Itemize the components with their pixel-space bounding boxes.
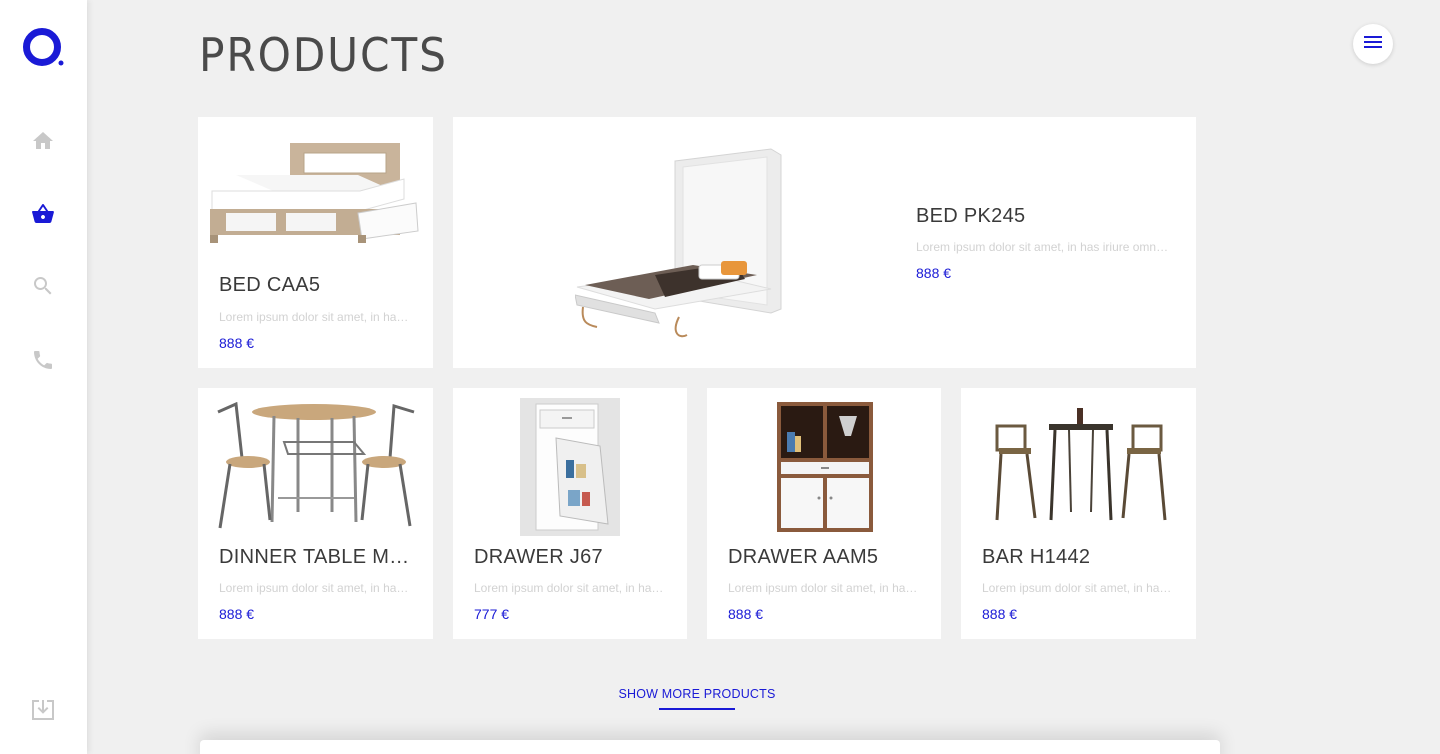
product-price: 888 €	[219, 335, 255, 351]
search-icon	[31, 274, 55, 303]
drawer-image	[520, 398, 620, 536]
phone-icon	[31, 348, 55, 377]
product-name: BED PK245	[916, 205, 1026, 227]
logo[interactable]	[21, 27, 67, 69]
product-description: Lorem ipsum dolor sit amet, in has iriur…	[219, 581, 412, 595]
product-description: Lorem ipsum dolor sit amet, in has iriur…	[474, 581, 667, 595]
bed-image	[208, 139, 420, 244]
home-icon	[31, 129, 55, 158]
hamburger-menu-icon	[1363, 34, 1383, 55]
show-more-products-link[interactable]: SHOW MORE PRODUCTS	[597, 687, 797, 701]
product-card[interactable]: BED CAA5 Lorem ipsum dolor sit amet, in …	[198, 117, 433, 368]
sidebar-item-products[interactable]	[28, 201, 58, 231]
sidebar	[0, 0, 87, 754]
basket-icon	[31, 202, 55, 231]
product-price: 888 €	[982, 606, 1018, 622]
footer-panel-edge	[200, 740, 1220, 754]
menu-button[interactable]	[1353, 24, 1393, 64]
product-card[interactable]: BAR H1442 Lorem ipsum dolor sit amet, in…	[961, 388, 1196, 639]
sidebar-item-search[interactable]	[28, 273, 58, 303]
sidebar-item-contact[interactable]	[28, 347, 58, 377]
product-card[interactable]: DRAWER AAM5 Lorem ipsum dolor sit amet, …	[707, 388, 941, 639]
product-name: DRAWER AAM5	[728, 546, 879, 568]
product-card[interactable]: DINNER TABLE MALAGA Lorem ipsum dolor si…	[198, 388, 433, 639]
product-name: DRAWER J67	[474, 546, 603, 568]
product-name: DINNER TABLE MALAGA	[219, 546, 415, 568]
product-price: 888 €	[916, 265, 952, 281]
cabinet-image	[777, 402, 873, 532]
product-name: BED CAA5	[219, 274, 321, 296]
product-card-featured[interactable]: BED PK245 Lorem ipsum dolor sit amet, in…	[453, 117, 1196, 368]
download-icon	[30, 698, 56, 727]
sidebar-item-download[interactable]	[28, 697, 58, 727]
dinner-table-image	[214, 401, 418, 532]
sidebar-item-home[interactable]	[28, 128, 58, 158]
wall-bed-image	[574, 147, 785, 341]
product-price: 888 €	[219, 606, 255, 622]
bar-set-image	[995, 404, 1167, 524]
product-description: Lorem ipsum dolor sit amet, in has iriur…	[728, 581, 921, 595]
product-price: 888 €	[728, 606, 764, 622]
product-card[interactable]: DRAWER J67 Lorem ipsum dolor sit amet, i…	[453, 388, 687, 639]
show-more-underline	[659, 708, 735, 710]
product-description: Lorem ipsum dolor sit amet, in has iriur…	[219, 310, 412, 324]
page-title: PRODUCTS	[199, 28, 448, 82]
product-description: Lorem ipsum dolor sit amet, in has iriur…	[982, 581, 1175, 595]
product-price: 777 €	[474, 606, 510, 622]
product-description: Lorem ipsum dolor sit amet, in has iriur…	[916, 240, 1174, 254]
product-name: BAR H1442	[982, 546, 1091, 568]
